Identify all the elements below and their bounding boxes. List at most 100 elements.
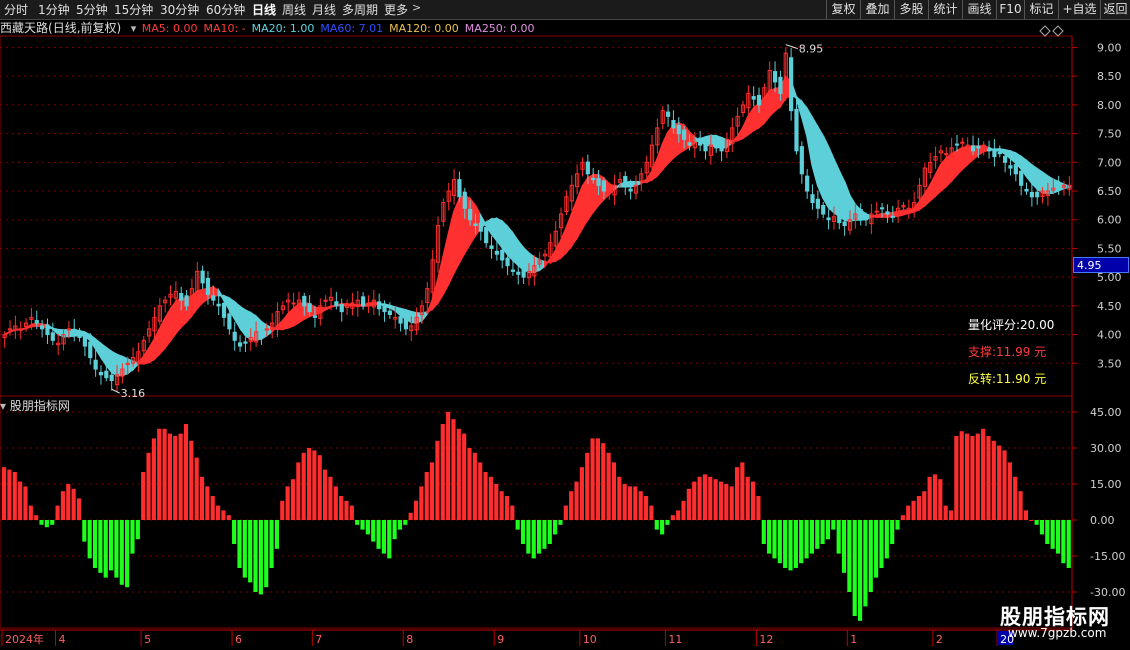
candle-body [826,217,831,221]
indicator-bar [392,520,397,540]
candle-body [789,57,794,112]
indicator-bar [617,476,622,520]
indicator-bar [713,479,718,520]
indicator-bar [221,510,226,520]
indicator-bar [868,520,873,592]
x-tick-label: 9 [497,633,504,646]
indicator-bar [1055,520,1061,554]
candle-body [815,198,820,209]
indicator-bar [916,496,921,520]
candle-body [398,316,403,324]
indicator-bar [274,520,279,549]
indicator-bar [451,419,456,520]
x-tick-label: 7 [315,633,322,646]
indicator-bar [975,433,980,520]
candle-body [510,269,516,272]
candle-body [879,207,885,210]
indicator-bar [702,474,707,520]
indicator-bar [606,452,611,520]
indicator-bar [253,520,258,592]
indicator-bar [167,433,172,520]
candle-body [200,270,205,284]
indicator-bar [809,520,814,554]
stock-chart[interactable]: 3.504.004.505.005.506.006.507.007.508.00… [0,0,1130,650]
x-tick-label: 1 [850,633,857,646]
indicator-bar [644,496,649,520]
indicator-bar [708,476,713,520]
indicator-bar [938,479,943,520]
price-tick-label: 7.00 [1097,156,1122,169]
indicator-bar [237,520,242,568]
indicator-bar [419,486,424,520]
indicator-bar [676,510,681,520]
candle-body [387,310,392,315]
indicator-bar [269,520,274,568]
candle-body [237,342,243,347]
indicator-bar [590,438,595,520]
candle-body [473,223,478,226]
price-tick-label: 4.50 [1097,300,1122,313]
candle-body [457,179,462,198]
indicator-bar [799,520,804,564]
price-tick-label: 5.50 [1097,242,1122,255]
candle-body [665,111,671,117]
low-marker-label: 3.16 [121,387,146,400]
indicator-bar [28,505,33,520]
indicator-bar [858,520,863,621]
indicator-bar [71,488,76,520]
candle-body [259,331,264,336]
indicator-bar [804,520,809,559]
indicator-bar [520,520,526,544]
candle-body [1035,191,1040,198]
indicator-bar [183,424,189,520]
candle-body [307,303,312,313]
candle-body [72,328,77,333]
indicator-bar [595,438,600,520]
indicator-bar [585,452,590,520]
candle-body [1008,165,1013,169]
indicator-bar [740,462,745,520]
indicator-bar [954,436,959,520]
indicator-bar [371,520,376,542]
x-tick-label: 2 [936,633,943,646]
indicator-title: ▾ 股朋指标网 [0,398,70,414]
indicator-bar [365,520,370,535]
indicator-bar [82,520,87,542]
candle-body [992,148,997,158]
candle-body [682,129,687,140]
indicator-tick-label: 30.00 [1090,442,1122,455]
candle-body [676,124,681,135]
price-tick-label: 6.00 [1097,214,1122,227]
indicator-bar [248,520,253,583]
candle-body [221,302,227,318]
candle-body [227,313,232,330]
candle-body [403,318,409,330]
indicator-bar [55,505,60,520]
price-tick-label: 3.50 [1097,357,1122,370]
indicator-bar [387,520,392,559]
candle-body [339,304,344,313]
candle-body [521,269,526,278]
indicator-bar [825,520,831,540]
indicator-bar [467,448,472,520]
candle-body [1024,188,1029,192]
indicator-bar [194,457,199,520]
indicator-bar [355,520,360,525]
indicator-toggle-icon[interactable]: ▾ [0,399,6,413]
candle-body [703,143,708,152]
indicator-bar [836,520,841,554]
candle-body [243,341,248,344]
low-marker-line [111,388,120,394]
candle-body [312,315,318,318]
candle-body [45,324,50,336]
candle-body [232,331,237,341]
candle-body [628,188,633,192]
indicator-bar [232,520,237,544]
candle-body [719,142,724,152]
candle-body [772,71,778,83]
indicator-bar [756,496,761,520]
indicator-bar [7,469,12,520]
indicator-bar [1066,520,1071,568]
indicator-bar [611,462,617,520]
indicator-bar [280,500,285,520]
